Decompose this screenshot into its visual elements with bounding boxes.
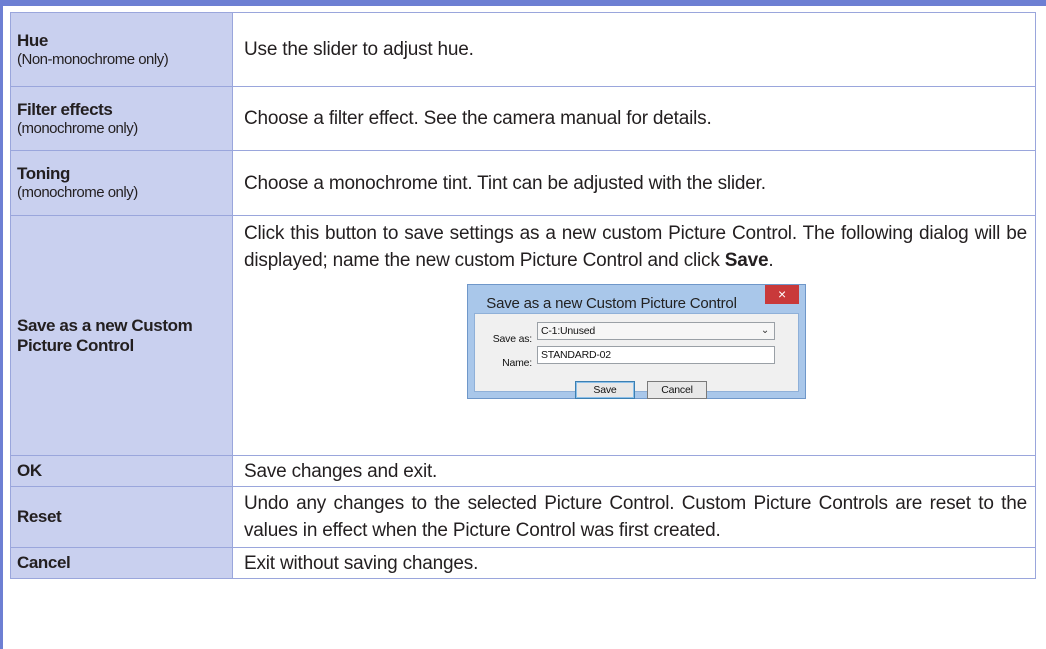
- description-text: Click this button to save settings as a …: [244, 220, 1027, 274]
- description-cell: Choose a filter effect. See the camera m…: [232, 86, 1036, 151]
- description-cell: Save changes and exit.: [232, 455, 1036, 487]
- term-cell: Hue (Non-monochrome only): [10, 12, 233, 87]
- table-row-save-custom: Save as a new Custom Picture Control Cli…: [10, 215, 1036, 456]
- term-cell: Save as a new Custom Picture Control: [10, 215, 233, 456]
- dialog-body: Save as: C-1:Unused ⌄ Name: STANDARD-02 …: [474, 313, 799, 399]
- term-cell: Filter effects (monochrome only): [10, 86, 233, 151]
- save-as-value: C-1:Unused: [541, 325, 596, 337]
- term-name: OK: [17, 461, 42, 480]
- term-note: (monochrome only): [17, 184, 138, 201]
- table-row-ok: OK Save changes and exit.: [10, 455, 1036, 487]
- chevron-down-icon: ⌄: [760, 325, 769, 336]
- table-row-toning: Toning (monochrome only) Choose a monoch…: [10, 150, 1036, 216]
- top-accent-bar: [0, 0, 1046, 6]
- settings-table: Hue (Non-monochrome only) Use the slider…: [10, 12, 1036, 579]
- term-name: Reset: [17, 507, 62, 526]
- dialog-titlebar: Save as a new Custom Picture Control ×: [468, 285, 805, 313]
- description-cell: Use the slider to adjust hue.: [232, 12, 1036, 87]
- save-as-row: Save as: C-1:Unused ⌄: [475, 322, 798, 345]
- term-name: Save as a new Custom Picture Control: [17, 315, 193, 355]
- description-cell: Choose a monochrome tint. Tint can be ad…: [232, 150, 1036, 216]
- close-icon[interactable]: ×: [765, 285, 799, 304]
- table-row-filter-effects: Filter effects (monochrome only) Choose …: [10, 86, 1036, 151]
- save-as-select[interactable]: C-1:Unused ⌄: [537, 322, 775, 340]
- term-name: Toning: [17, 164, 70, 183]
- description-cell: Undo any changes to the selected Picture…: [232, 486, 1036, 548]
- term-cell: Cancel: [10, 547, 233, 579]
- save-dialog: Save as a new Custom Picture Control × S…: [467, 284, 806, 399]
- description-cell: Exit without saving changes.: [232, 547, 1036, 579]
- table-row-hue: Hue (Non-monochrome only) Use the slider…: [10, 12, 1036, 87]
- save-keyword: Save: [724, 250, 769, 271]
- table-row-reset: Reset Undo any changes to the selected P…: [10, 486, 1036, 548]
- save-button[interactable]: Save: [575, 381, 635, 399]
- term-name: Cancel: [17, 553, 71, 572]
- term-name: Filter effects: [17, 99, 113, 119]
- name-row: Name: STANDARD-02: [475, 346, 798, 369]
- description-after: .: [768, 250, 774, 271]
- term-cell: Reset: [10, 486, 233, 548]
- term-cell: Toning (monochrome only): [10, 150, 233, 216]
- table-row-cancel: Cancel Exit without saving changes.: [10, 547, 1036, 579]
- term-name: Hue: [17, 30, 48, 50]
- term-note: (Non-monochrome only): [17, 50, 169, 68]
- name-field[interactable]: STANDARD-02: [537, 346, 775, 364]
- cancel-button[interactable]: Cancel: [647, 381, 707, 399]
- term-note: (monochrome only): [17, 119, 138, 137]
- term-cell: OK: [10, 455, 233, 487]
- left-accent-bar: [0, 0, 3, 649]
- description-before: Click this button to save settings as a …: [244, 223, 1027, 271]
- name-label: Name:: [502, 357, 532, 369]
- description-cell: Click this button to save settings as a …: [232, 215, 1036, 456]
- dialog-figure: Save as a new Custom Picture Control × S…: [246, 284, 1027, 399]
